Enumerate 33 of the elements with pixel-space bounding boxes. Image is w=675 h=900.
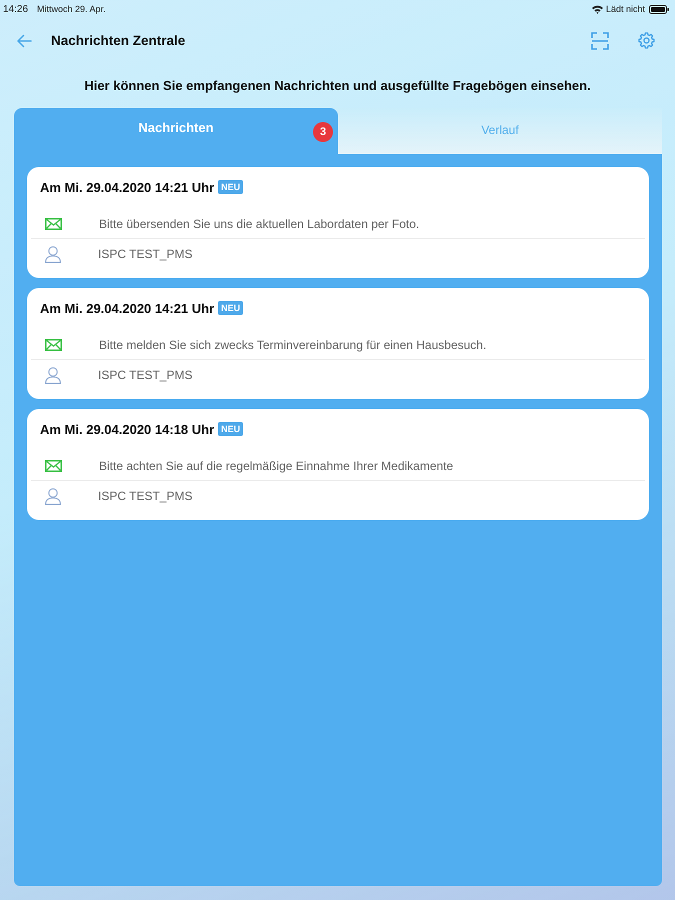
sender-name: ISPC TEST_PMS: [98, 368, 192, 382]
message-card[interactable]: Am Mi. 29.04.2020 14:21 Uhr NEU Bitte übersenden Sie uns die aktuellen Labordaten per Foto. ISPC TEST_PMS: [27, 167, 649, 278]
mail-icon: [45, 218, 62, 230]
message-date: Am Mi. 29.04.2020 14:21 Uhr: [40, 300, 214, 316]
battery-icon: [649, 4, 669, 14]
person-icon: [45, 246, 61, 262]
status-time: 14:26: [3, 4, 28, 14]
wifi-icon: [592, 4, 603, 14]
sender-name: ISPC TEST_PMS: [98, 489, 192, 503]
message-card[interactable]: Am Mi. 29.04.2020 14:18 Uhr NEU Bitte achten Sie auf die regelmäßige Einnahme Ihrer Medikamente ISPC TEST_PMS: [27, 409, 649, 520]
charging-status: Lädt nicht: [606, 4, 645, 14]
mail-icon: [45, 338, 62, 350]
new-badge: NEU: [218, 301, 244, 315]
scan-icon[interactable]: [591, 32, 609, 50]
mail-icon: [45, 460, 62, 472]
message-text: Bitte melden Sie sich zwecks Terminvereinbarung für einen Hausbesuch.: [99, 338, 486, 352]
message-text: Bitte achten Sie auf die regelmäßige Einnahme Ihrer Medikamente: [99, 458, 454, 472]
status-date: Mittwoch 29. Apr.: [37, 4, 106, 14]
message-card[interactable]: Am Mi. 29.04.2020 14:21 Uhr NEU Bitte melden Sie sich zwecks Terminvereinbarung für einen Hausbesuch. ISPC TEST_PMS: [27, 288, 649, 399]
sender-name: ISPC TEST_PMS: [98, 247, 192, 261]
message-date: Am Mi. 29.04.2020 14:18 Uhr: [40, 422, 214, 436]
message-date: Am Mi. 29.04.2020 14:21 Uhr: [40, 180, 214, 194]
intro-text: Hier können Sie empfangenen Nachrichten und ausgefüllte Fragebögen einsehen.: [84, 78, 591, 93]
message-text: Bitte übersenden Sie uns die aktuellen Labordaten per Foto.: [99, 216, 420, 230]
tab[interactable]: Nachrichten 3: [14, 108, 338, 154]
person-icon: [45, 366, 61, 384]
page-title: Nachrichten Zentrale: [51, 33, 186, 48]
person-icon: [45, 488, 61, 504]
new-badge: NEU: [218, 422, 244, 436]
back-arrow-icon[interactable]: [16, 34, 32, 48]
new-badge: NEU: [218, 180, 244, 194]
count-badge: 3: [313, 122, 333, 142]
settings-icon[interactable]: [638, 32, 655, 49]
